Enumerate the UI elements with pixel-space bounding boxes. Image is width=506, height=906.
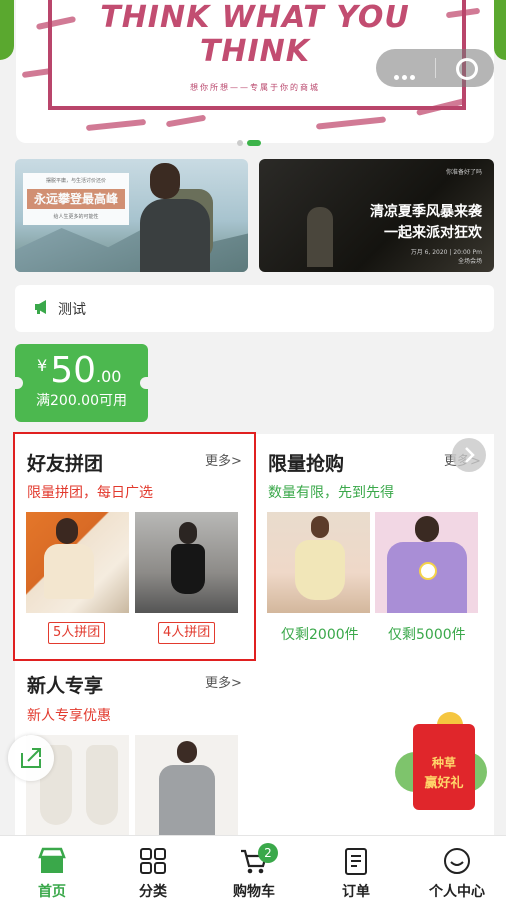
promo-line1: 清凉夏季风暴来袭: [370, 204, 482, 220]
brush-stroke-decoration: [315, 116, 387, 130]
gift-floating-button[interactable]: 种草 赢好礼: [391, 712, 491, 832]
gift-line2: 赢好礼: [424, 776, 464, 791]
coupon-amount-int: 50: [50, 350, 96, 391]
flash-sale-subtitle: 数量有限，先到先得: [268, 485, 394, 501]
capsule-divider: [435, 58, 436, 78]
grid-icon: [140, 848, 166, 874]
promo-place: 全场会场: [457, 258, 482, 265]
more-dots-icon[interactable]: [394, 65, 418, 84]
product-photo-grey-top[interactable]: [135, 735, 238, 835]
banner-headline-line1: THINK WHAT YOU: [100, 0, 410, 35]
share-icon: [21, 748, 41, 768]
promo-card-mountain[interactable]: 摆脱平庸，与生活讨价还价 永远攀登最高峰 给人生更多的可能性: [15, 159, 248, 272]
person-silhouette: [307, 207, 333, 267]
promo-card-party[interactable]: 你准备好了吗 清凉夏季风暴来袭 一起来派对狂欢 万月 6, 2020 | 20:…: [259, 159, 494, 272]
promo-small-top: 你准备好了吗: [445, 169, 482, 176]
share-button[interactable]: [8, 735, 54, 781]
tab-label: 分类: [139, 884, 167, 900]
promo-text-box: 摆脱平庸，与生活讨价还价 永远攀登最高峰 给人生更多的可能性: [23, 173, 129, 225]
flash-sale-title: 限量抢购: [268, 453, 345, 475]
hiker-head: [150, 163, 180, 199]
red-envelope: 种草 赢好礼: [413, 724, 475, 810]
pagination-dot: [237, 140, 243, 146]
close-circle-icon[interactable]: [456, 58, 478, 80]
model-top: [159, 765, 215, 835]
tab-cart[interactable]: 购物车: [204, 836, 304, 906]
coupon-notch: [140, 377, 148, 389]
model-dress: [295, 540, 345, 600]
order-icon: [345, 848, 367, 875]
hiker-figure: [140, 199, 210, 272]
tab-category[interactable]: 分类: [103, 836, 203, 906]
mountain-scenery: [15, 222, 248, 272]
smile-icon: [444, 848, 470, 874]
megaphone-icon: [35, 300, 46, 314]
tab-home[interactable]: 首页: [2, 836, 102, 906]
model-skirt: [86, 745, 118, 825]
gift-line1: 种草: [431, 756, 456, 770]
pagination-dot-active: [247, 140, 261, 146]
daisy-print: [419, 562, 437, 580]
tab-label: 个人中心: [429, 884, 485, 900]
tab-label: 首页: [38, 884, 66, 900]
leaf-decoration: [494, 0, 506, 60]
coupon-notch: [15, 377, 23, 389]
tab-label: 订单: [342, 884, 370, 900]
flash-sale-stock: 仅剩2000件: [281, 627, 359, 643]
leaf-decoration: [0, 0, 14, 60]
tab-orders[interactable]: 订单: [306, 836, 406, 906]
promo-line2: 一起来派对狂欢: [384, 225, 482, 241]
miniprogram-capsule[interactable]: [376, 49, 494, 87]
new-user-title: 新人专享: [27, 675, 104, 697]
notice-bar[interactable]: 测试: [15, 285, 494, 332]
coupon-currency: ¥: [37, 356, 48, 375]
shop-icon: [38, 847, 66, 873]
new-user-more-link[interactable]: 更多>: [205, 672, 242, 691]
flash-sale-stock: 仅剩5000件: [388, 627, 466, 643]
product-photo-floral-dress[interactable]: [267, 512, 370, 613]
coupon-amount-dec: .00: [96, 367, 122, 386]
brush-stroke-decoration: [165, 114, 207, 128]
chevron-right-icon: [465, 447, 475, 463]
coupon-amount: ¥50.00: [37, 350, 121, 391]
promo-headline: 永远攀登最高峰: [27, 189, 125, 209]
product-photo-tshirt[interactable]: [375, 512, 478, 613]
promo-small-top: 摆脱平庸，与生活讨价还价: [45, 178, 106, 184]
tab-label: 购物车: [233, 884, 275, 900]
bottom-tabbar: 首页 分类 购物车 订单 个人中心: [0, 835, 506, 906]
brush-stroke-decoration: [85, 118, 147, 132]
promo-small-bottom: 给人生更多的可能性: [53, 214, 99, 220]
scroll-arrow-button[interactable]: [452, 438, 486, 472]
coupon-card[interactable]: ¥50.00 满200.00可用: [15, 344, 148, 422]
cart-badge: 2: [258, 843, 278, 863]
banner-pagination-dots: [237, 131, 265, 150]
promo-date: 万月 6, 2020 | 20:00 Pm: [410, 249, 482, 256]
tab-profile[interactable]: 个人中心: [407, 836, 506, 906]
model-head: [415, 516, 439, 542]
notice-text: 测试: [58, 302, 86, 318]
model-head: [311, 516, 329, 538]
coupon-condition: 满200.00可用: [36, 393, 127, 409]
highlight-box: [13, 432, 256, 661]
model-head: [177, 741, 197, 763]
new-user-subtitle: 新人专享优惠: [27, 708, 111, 724]
